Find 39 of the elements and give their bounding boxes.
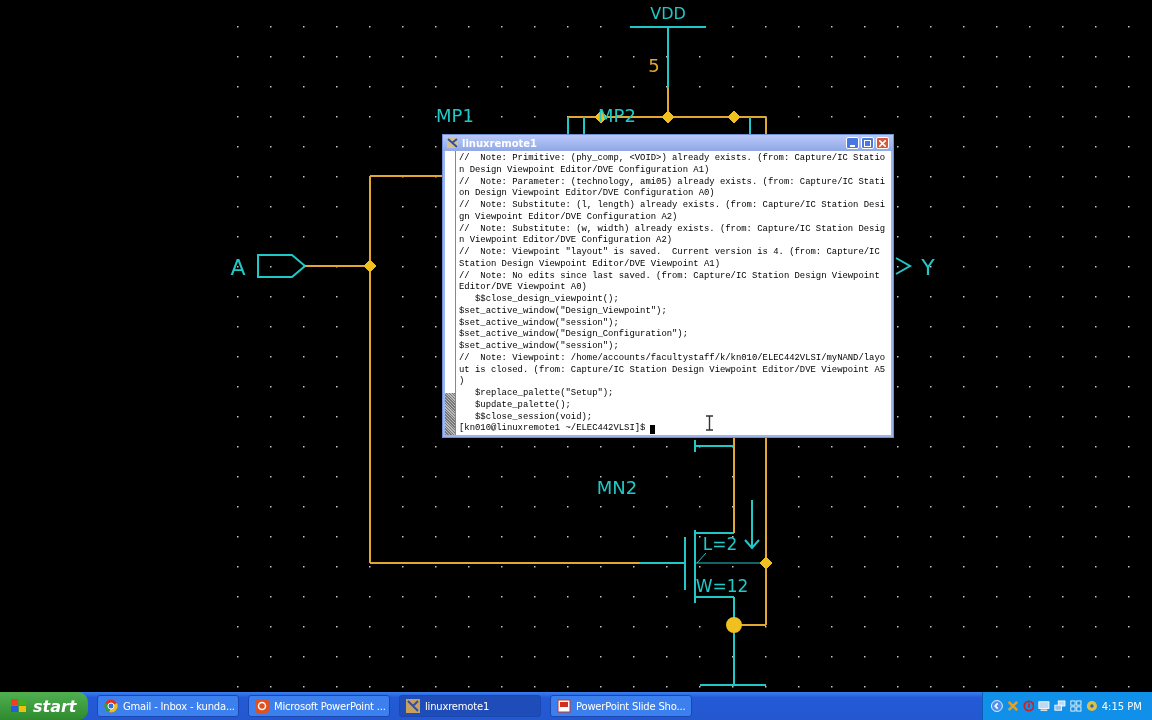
- terminal-line: // Note: Parameter: (technology, ami05) already exists. (from: Capture/IC Stati: [459, 176, 886, 188]
- terminal-line: $set_active_window("Design_Configuration");: [459, 329, 688, 341]
- terminal-line: // Note: Viewpoint: /home/accounts/facultystaff/k/kn010/ELEC442VLSI/myNAND/layo: [459, 352, 886, 365]
- clock: 4:15 PM: [1101, 700, 1142, 712]
- start-button[interactable]: start: [0, 692, 88, 720]
- terminal-line: Station Design Viewpoint Editor/DVE Viewpoint A1): [459, 258, 720, 271]
- terminal-line: ut is closed. (from: Capture/IC Station Design Viewpoint Editor/DVE Viewpoint A5: [459, 364, 886, 376]
- net-label: Y: [921, 255, 935, 280]
- terminal-line: $update_palette();: [473, 399, 571, 412]
- window-title: linuxremote1: [462, 137, 539, 149]
- terminal-line: gn Viewpoint Editor/DVE Configuration A2): [459, 211, 678, 224]
- terminal-line: // Note: Viewpoint "layout" is saved. Current version is 4. (from: Capture/IC: [459, 247, 880, 259]
- terminal-line: $replace_palette("Setup");: [473, 388, 614, 400]
- shell-prompt: [kn010@linuxremote1 ~/ELEC442VLSI]$: [459, 423, 646, 435]
- terminal-line: // Note: Substitute: (w, width) already exists. (from: Capture/IC Station Desig: [459, 223, 886, 235]
- net-label: W=12: [695, 576, 749, 596]
- terminal-line: // Note: Substitute: (l, length) already exists. (from: Capture/IC Station Desi: [459, 200, 886, 212]
- net-label: A: [230, 255, 246, 280]
- terminal-line: // Note: No edits since last saved. (from: Capture/IC Station Design Viewpoint: [459, 270, 880, 282]
- taskbar-button[interactable]: linuxremote1: [399, 695, 541, 717]
- terminal-line: $$close_design_viewpoint();: [473, 294, 619, 306]
- taskbar-button[interactable]: Microsoft PowerPoint ...: [248, 695, 390, 717]
- terminal-line: n Design Viewpoint Editor/DVE Configuration A1): [459, 164, 710, 177]
- terminal-line: Editor/DVE Viewpoint A0): [459, 282, 587, 294]
- value-label: 5: [648, 55, 660, 76]
- net-label: MP1: [436, 105, 474, 126]
- net-label: VDD: [650, 4, 686, 23]
- terminal-line: n Viewpoint Editor/DVE Configuration A2): [459, 235, 673, 247]
- terminal-line: $$close_session(void);: [473, 411, 593, 423]
- terminal-line: $set_active_window("Design_Viewpoint");: [459, 305, 667, 318]
- taskbar-button[interactable]: Gmail - Inbox - kunda...: [97, 695, 239, 717]
- terminal-line: $set_active_window("session");: [459, 341, 619, 353]
- terminal-line: $set_active_window("session");: [459, 317, 619, 329]
- terminal-line: // Note: Primitive: (phy_comp, <VOID>) already exists. (from: Capture/IC Statio: [459, 153, 886, 165]
- terminal-line: on Design Viewpoint Editor/DVE Configuration A0): [459, 188, 715, 200]
- terminal-line: ): [459, 376, 465, 388]
- net-label: L=2: [702, 534, 738, 554]
- net-label: MN2: [596, 477, 638, 498]
- taskbar-button[interactable]: PowerPoint Slide Sho...: [550, 695, 692, 717]
